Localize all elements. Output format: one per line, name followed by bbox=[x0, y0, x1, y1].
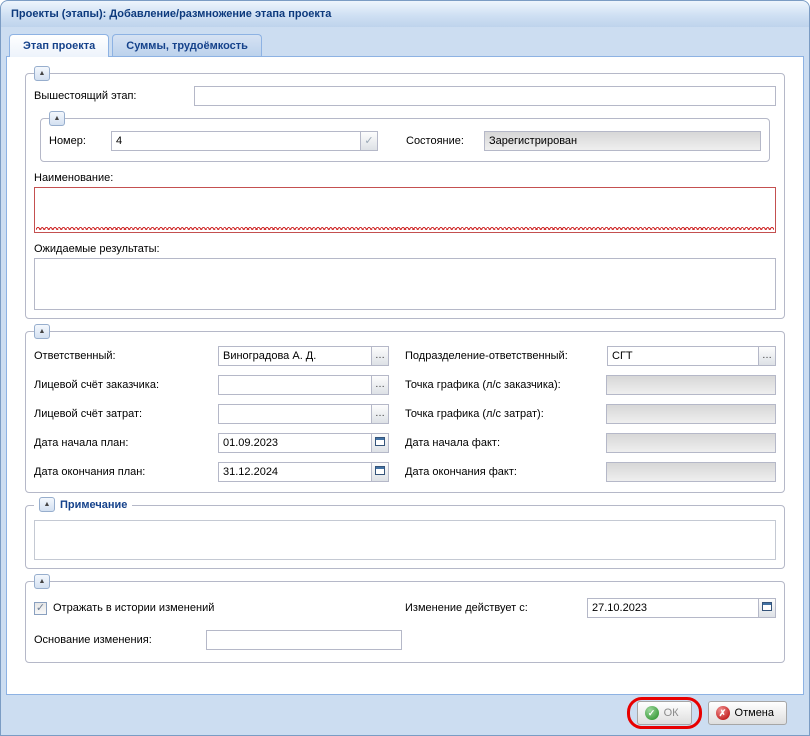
date-end-fact-readonly-field bbox=[606, 462, 776, 482]
collapse-arrow-icon: ▲ bbox=[54, 115, 61, 122]
responsible-label: Ответственный: bbox=[34, 350, 218, 362]
tab-stage[interactable]: Этап проекта bbox=[9, 34, 109, 57]
stage-info-fieldset: ▲ Вышестоящий этап: ▲ Номер: ✓ bbox=[25, 73, 785, 319]
ok-button-label: ОК bbox=[664, 707, 679, 719]
change-date-label: Изменение действует с: bbox=[405, 602, 587, 614]
responsible-row: Ответственный: … Подразделение-ответстве… bbox=[34, 346, 776, 366]
date-start-fact-label: Дата начала факт: bbox=[389, 437, 606, 449]
department-label: Подразделение-ответственный: bbox=[389, 350, 607, 362]
change-reason-input[interactable] bbox=[206, 630, 402, 650]
responsible-picker-button[interactable]: … bbox=[371, 346, 389, 366]
calendar-icon bbox=[762, 602, 772, 611]
date-start-fact-readonly-field bbox=[606, 433, 776, 453]
change-date-input[interactable] bbox=[587, 598, 759, 618]
expected-results-textarea[interactable] bbox=[34, 258, 776, 310]
collapse-arrow-icon: ▲ bbox=[39, 70, 46, 77]
window-titlebar[interactable]: Проекты (этапы): Добавление/размножение … bbox=[1, 1, 809, 27]
ok-check-icon: ✓ bbox=[645, 706, 659, 720]
date-end-fact-label: Дата окончания факт: bbox=[389, 466, 606, 478]
date-end-plan-label: Дата окончания план: bbox=[34, 466, 218, 478]
collapse-note-button[interactable]: ▲ bbox=[39, 497, 55, 512]
cancel-button[interactable]: ✗ Отмена bbox=[708, 701, 787, 725]
collapse-history-button[interactable]: ▲ bbox=[34, 574, 50, 589]
calendar-icon bbox=[375, 437, 385, 446]
cost-account-picker-button[interactable]: … bbox=[371, 404, 389, 424]
customer-account-row: Лицевой счёт заказчика: … Точка графика … bbox=[34, 375, 776, 395]
customer-point-label: Точка графика (л/с заказчика): bbox=[389, 379, 606, 391]
ok-highlight-annotation: ✓ ОК bbox=[627, 697, 702, 729]
department-input[interactable] bbox=[607, 346, 759, 366]
number-state-row: Номер: ✓ Состояние: bbox=[49, 131, 761, 151]
date-end-plan-input[interactable] bbox=[218, 462, 372, 482]
number-label: Номер: bbox=[49, 135, 111, 147]
cancel-button-label: Отмена bbox=[735, 707, 774, 719]
number-state-fieldset: ▲ Номер: ✓ Состояние: bbox=[40, 118, 770, 162]
name-label: Наименование: bbox=[34, 172, 776, 184]
change-reason-row: Основание изменения: bbox=[34, 630, 776, 650]
change-date-trigger[interactable] bbox=[758, 598, 776, 618]
parent-stage-input[interactable] bbox=[194, 86, 776, 106]
collapse-stage-info-button[interactable]: ▲ bbox=[34, 66, 50, 81]
date-end-plan-trigger[interactable] bbox=[371, 462, 389, 482]
form-panel: ▲ Вышестоящий этап: ▲ Номер: ✓ bbox=[6, 56, 804, 695]
state-label: Состояние: bbox=[406, 135, 484, 147]
tab-sums-label: Суммы, трудоёмкость bbox=[126, 40, 248, 52]
checkbox-check-icon: ✓ bbox=[36, 602, 45, 614]
parent-stage-label: Вышестоящий этап: bbox=[34, 90, 194, 102]
number-check-trigger[interactable]: ✓ bbox=[360, 131, 378, 151]
calendar-icon bbox=[375, 466, 385, 475]
note-legend: ▲ Примечание bbox=[34, 497, 132, 512]
date-start-plan-trigger[interactable] bbox=[371, 433, 389, 453]
history-checkbox[interactable]: ✓ bbox=[34, 602, 47, 615]
customer-account-picker-button[interactable]: … bbox=[371, 375, 389, 395]
tab-stage-label: Этап проекта bbox=[23, 40, 95, 52]
cost-point-readonly-field bbox=[606, 404, 776, 424]
tab-bar: Этап проекта Суммы, трудоёмкость bbox=[1, 27, 809, 56]
customer-point-readonly-field bbox=[606, 375, 776, 395]
date-start-row: Дата начала план: Дата начала факт: bbox=[34, 433, 776, 453]
history-checkbox-label: Отражать в истории изменений bbox=[53, 602, 214, 614]
name-invalid-wrap bbox=[34, 187, 776, 233]
dialog-window: Проекты (этапы): Добавление/размножение … bbox=[0, 0, 810, 736]
tab-sums[interactable]: Суммы, трудоёмкость bbox=[112, 34, 262, 56]
ellipsis-icon: … bbox=[375, 379, 385, 390]
ellipsis-icon: … bbox=[375, 408, 385, 419]
collapse-arrow-icon: ▲ bbox=[39, 578, 46, 585]
change-reason-label: Основание изменения: bbox=[34, 634, 206, 646]
note-fieldset: ▲ Примечание bbox=[25, 505, 785, 569]
footer-toolbar: ✓ ОК ✗ Отмена bbox=[1, 695, 809, 735]
date-start-plan-input[interactable] bbox=[218, 433, 372, 453]
details-fieldset: ▲ Ответственный: … Подразделение-ответст… bbox=[25, 331, 785, 493]
collapse-number-state-button[interactable]: ▲ bbox=[49, 111, 65, 126]
parent-stage-row: Вышестоящий этап: bbox=[34, 86, 776, 106]
expected-results-label: Ожидаемые результаты: bbox=[34, 243, 776, 255]
cost-account-input[interactable] bbox=[218, 404, 372, 424]
ellipsis-icon: … bbox=[762, 350, 772, 361]
department-picker-button[interactable]: … bbox=[758, 346, 776, 366]
cost-account-label: Лицевой счёт затрат: bbox=[34, 408, 218, 420]
note-textarea[interactable] bbox=[34, 520, 776, 560]
date-end-row: Дата окончания план: Дата окончания факт… bbox=[34, 462, 776, 482]
cancel-cross-icon: ✗ bbox=[716, 706, 730, 720]
note-legend-text: Примечание bbox=[60, 499, 127, 511]
customer-account-input[interactable] bbox=[218, 375, 372, 395]
history-row: ✓ Отражать в истории изменений Изменение… bbox=[34, 598, 776, 618]
ellipsis-icon: … bbox=[375, 350, 385, 361]
window-title: Проекты (этапы): Добавление/размножение … bbox=[11, 8, 331, 20]
cost-point-label: Точка графика (л/с затрат): bbox=[389, 408, 606, 420]
check-icon: ✓ bbox=[364, 135, 373, 147]
responsible-input[interactable] bbox=[218, 346, 372, 366]
date-start-plan-label: Дата начала план: bbox=[34, 437, 218, 449]
collapse-arrow-icon: ▲ bbox=[39, 328, 46, 335]
customer-account-label: Лицевой счёт заказчика: bbox=[34, 379, 218, 391]
state-readonly-field bbox=[484, 131, 761, 151]
collapse-arrow-icon: ▲ bbox=[44, 501, 51, 508]
ok-button[interactable]: ✓ ОК bbox=[637, 701, 692, 725]
number-input[interactable] bbox=[111, 131, 361, 151]
history-fieldset: ▲ ✓ Отражать в истории изменений Изменен… bbox=[25, 581, 785, 663]
collapse-details-button[interactable]: ▲ bbox=[34, 324, 50, 339]
cost-account-row: Лицевой счёт затрат: … Точка графика (л/… bbox=[34, 404, 776, 424]
name-textarea[interactable] bbox=[34, 187, 776, 233]
